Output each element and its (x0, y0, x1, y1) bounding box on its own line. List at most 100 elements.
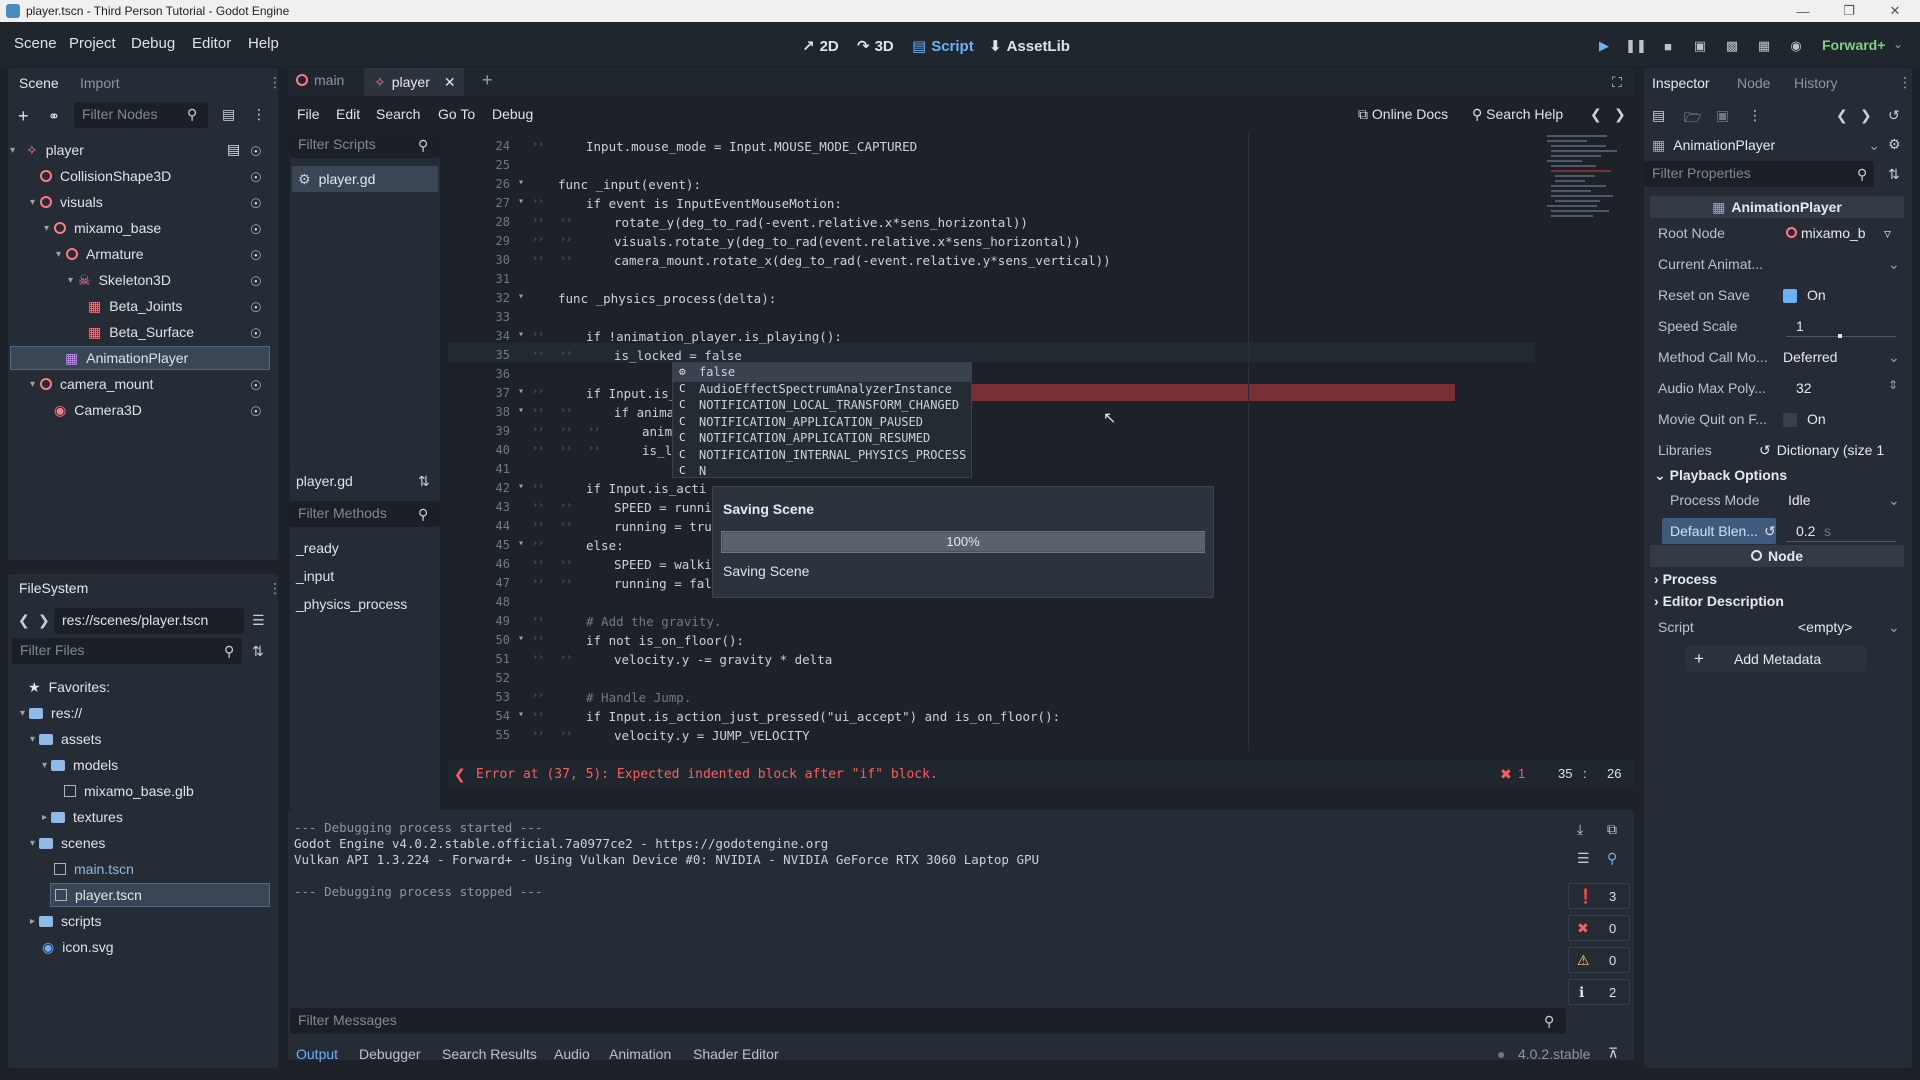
copy-icon[interactable]: ⧉ (1607, 821, 1617, 838)
tab-main[interactable]: main (296, 72, 344, 88)
fs-folder-scenes[interactable]: ▾ scenes (30, 831, 105, 855)
bottom-tab-shader-editor[interactable]: Shader Editor (693, 1046, 779, 1062)
fs-folder-textures[interactable]: ▸ textures (42, 805, 123, 829)
prev-script-icon[interactable]: ❮ (1590, 106, 1602, 123)
revert-icon[interactable]: ↺ (1764, 523, 1776, 540)
code-line[interactable]: if not is_on_floor(): (586, 633, 744, 648)
fold-arrow-icon[interactable]: ▾ (518, 633, 524, 644)
workspace-2d-button[interactable]: ↗ 2D (802, 37, 839, 56)
chevron-down-icon[interactable]: ⌄ (1888, 349, 1900, 366)
script-menu-file[interactable]: File (297, 106, 320, 122)
add-node-icon[interactable]: + (18, 106, 29, 127)
tab-inspector[interactable]: Inspector (1652, 75, 1710, 91)
chevron-down-icon[interactable]: ▾ (10, 145, 22, 156)
script-menu-edit[interactable]: Edit (336, 106, 360, 122)
prop-speed-scale-value[interactable]: 1 (1796, 318, 1804, 334)
collapse-icon[interactable]: ☰ (1577, 850, 1590, 867)
fold-arrow-icon[interactable]: ▾ (518, 386, 524, 397)
add-metadata-button[interactable]: + Add Metadata (1686, 646, 1866, 672)
error-count[interactable]: 1 (1518, 766, 1525, 781)
fs-folder-models[interactable]: ▾ models (42, 753, 118, 777)
prop-libraries-value[interactable]: ↺ Dictionary (size 1 (1759, 442, 1884, 459)
chevron-down-icon[interactable]: ▾ (20, 708, 25, 719)
play-custom-icon[interactable]: ▦ (1755, 37, 1773, 55)
pick-node-icon[interactable]: ▿ (1884, 225, 1891, 242)
toggle-split-icon[interactable]: ☰ (252, 612, 265, 629)
chevron-down-icon[interactable]: ▾ (30, 838, 35, 849)
filter-info-toggle[interactable]: ℹ2 (1568, 979, 1630, 1005)
inspected-object-select[interactable]: ▦ AnimationPlayer ⌄ (1650, 132, 1880, 158)
prop-root-node-value[interactable]: mixamo_b (1786, 225, 1866, 241)
prop-default-blend-value[interactable]: 0.2 (1796, 523, 1815, 539)
fs-file-main-tscn[interactable]: main.tscn (54, 857, 134, 881)
spinner-updown-icon[interactable]: ⇕ (1888, 378, 1898, 392)
chevron-down-icon[interactable]: ▾ (30, 197, 40, 208)
tree-node-skeleton3d[interactable]: ▾ ☠ Skeleton3D (10, 268, 270, 292)
default-blend-slider[interactable] (1786, 541, 1896, 542)
menu-editor[interactable]: Editor (192, 35, 231, 52)
visibility-eye-icon[interactable]: ☉ (250, 196, 262, 212)
fs-file-icon-svg[interactable]: ◉ icon.svg (42, 935, 114, 959)
close-tab-icon[interactable]: ✕ (444, 74, 456, 91)
bottom-tab-debugger[interactable]: Debugger (359, 1046, 421, 1062)
fold-arrow-icon[interactable]: ▾ (518, 196, 524, 207)
chevron-down-icon[interactable]: ▾ (42, 760, 47, 771)
code-line[interactable]: # Handle Jump. (586, 690, 691, 705)
distraction-free-icon[interactable]: ⛶ (1612, 74, 1622, 91)
visibility-eye-icon[interactable]: ☉ (250, 170, 262, 186)
expand-bottom-panel-icon[interactable]: ⊼ (1608, 1045, 1618, 1062)
visibility-eye-icon[interactable]: ☉ (250, 222, 262, 238)
menu-debug[interactable]: Debug (131, 35, 175, 52)
code-line[interactable]: if Input.is_acti (586, 481, 706, 496)
fs-folder-assets[interactable]: ▾ assets (30, 727, 102, 751)
chevron-down-icon[interactable]: ⌄ (1888, 619, 1900, 636)
tab-scene[interactable]: Scene (19, 75, 59, 91)
code-line[interactable]: velocity.y = JUMP_VELOCITY (614, 728, 810, 743)
script-icon[interactable]: ▤ (227, 141, 240, 158)
code-line[interactable]: camera_mount.rotate_x(deg_to_rad(-event.… (614, 253, 1111, 268)
autocomplete-item[interactable]: CN (673, 462, 971, 481)
code-line[interactable]: is_locked = false (614, 348, 742, 363)
chevron-down-icon[interactable]: ▾ (30, 734, 35, 745)
tree-node-beta-joints[interactable]: ▦ Beta_Joints (10, 294, 270, 318)
search-help-button[interactable]: ⚲ Search Help (1472, 106, 1563, 123)
bottom-tab-audio[interactable]: Audio (554, 1046, 590, 1062)
code-line[interactable]: running = false (614, 576, 727, 591)
filter-errors-toggle[interactable]: ✖ 0 (1568, 915, 1630, 941)
chevron-down-icon[interactable]: ▾ (30, 379, 40, 390)
code-line[interactable]: # Add the gravity. (586, 614, 721, 629)
play-icon[interactable]: ▶ (1595, 37, 1613, 55)
history-icon[interactable]: ↺ (1888, 107, 1900, 124)
chevron-down-icon[interactable]: ⌄ (1893, 37, 1903, 51)
dock-menu-icon[interactable]: ⋮ (1898, 74, 1912, 91)
prop-script-value[interactable]: <empty> (1798, 619, 1852, 635)
tree-node-armature[interactable]: ▾ Armature (10, 242, 270, 266)
code-line[interactable]: running = true (614, 519, 719, 534)
save-icon[interactable]: ▣ (1716, 107, 1729, 124)
fs-favorites[interactable]: ★ Favorites: (28, 675, 110, 699)
prop-method-call-value[interactable]: Deferred (1783, 349, 1837, 365)
script-menu-debug[interactable]: Debug (492, 106, 533, 122)
visibility-eye-icon[interactable]: ☉ (250, 274, 262, 290)
extra-options-icon[interactable]: ⋮ (1748, 107, 1762, 124)
filter-messages-input[interactable]: Filter Messages (290, 1008, 1566, 1034)
menu-project[interactable]: Project (69, 35, 116, 52)
movie-maker-icon[interactable]: ◉ (1787, 37, 1805, 55)
remote-debug-icon[interactable]: ▣ (1691, 37, 1709, 55)
online-docs-button[interactable]: ⧉ Online Docs (1358, 106, 1448, 123)
prop-audio-max-value[interactable]: 32 (1796, 380, 1812, 396)
link-icon[interactable]: ⚭ (48, 108, 60, 125)
tree-node-beta-surface[interactable]: ▦ Beta_Surface (10, 320, 270, 344)
filter-messages-toggle[interactable]: ❗ 3 (1568, 883, 1630, 909)
filter-files-input[interactable]: Filter Files (12, 638, 242, 664)
stop-icon[interactable]: ■ (1659, 37, 1677, 55)
tree-node-mixamo-base[interactable]: ▾ mixamo_base (10, 216, 270, 240)
fold-arrow-icon[interactable]: ▾ (518, 709, 524, 720)
menu-help[interactable]: Help (248, 35, 279, 52)
bottom-tab-search-results[interactable]: Search Results (442, 1046, 537, 1062)
tab-history[interactable]: History (1794, 75, 1838, 91)
folder-open-icon[interactable]: 🗁 (1684, 107, 1701, 131)
forward-icon[interactable]: ❯ (38, 612, 50, 629)
minimize-button[interactable]: — (1780, 0, 1826, 22)
chevron-down-icon[interactable]: ⌄ (1888, 492, 1900, 509)
